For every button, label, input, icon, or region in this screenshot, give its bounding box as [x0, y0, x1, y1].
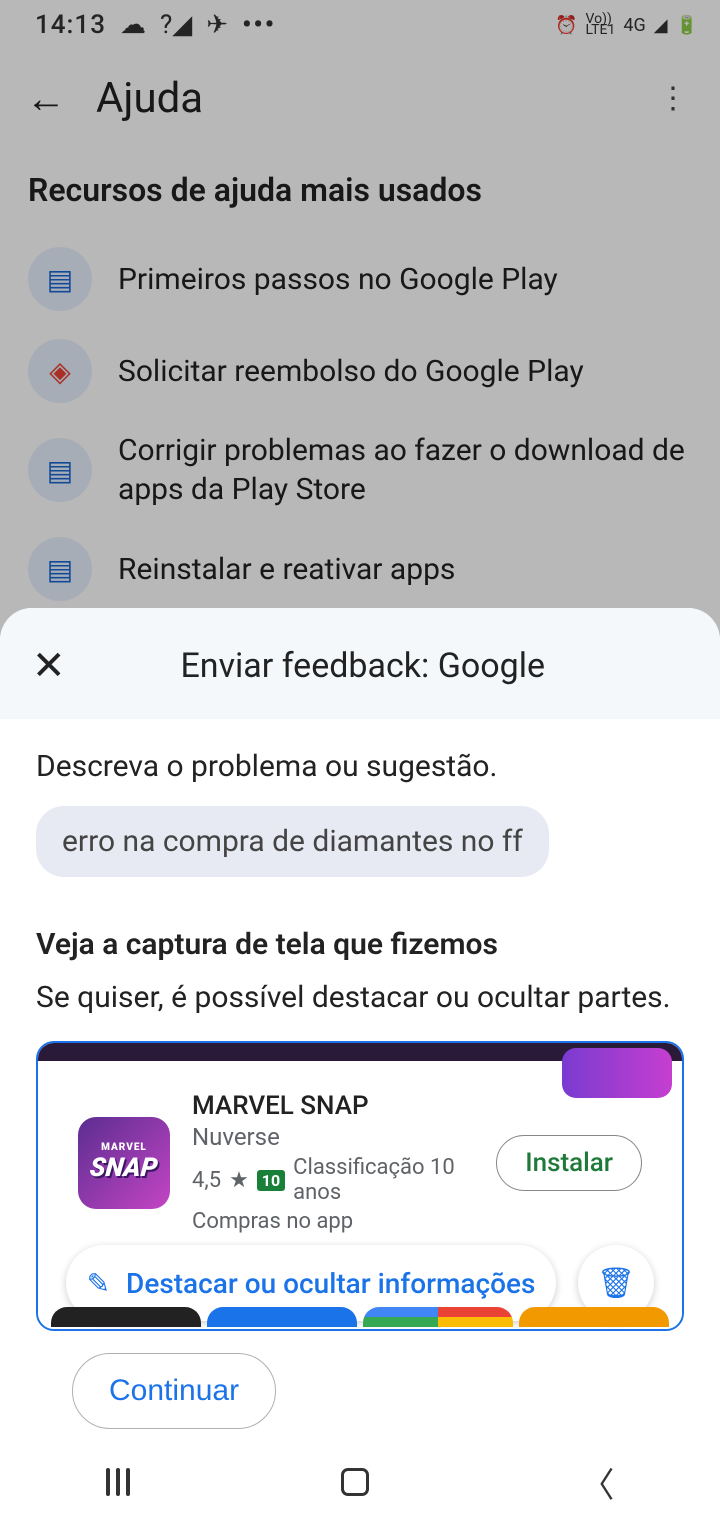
feedback-prompt-label: Descreva o problema ou sugestão.: [36, 749, 684, 784]
pencil-icon: ✎: [87, 1267, 110, 1300]
app-meta: 4,5 ★ 10 Classificação 10 anos: [192, 1155, 474, 1205]
screenshot-preview[interactable]: MARVEL SNAP MARVEL SNAP Nuverse 4,5 ★ 10…: [36, 1041, 684, 1331]
recents-button[interactable]: [106, 1468, 130, 1496]
screenshot-bottom-apps: [48, 1307, 672, 1327]
highlight-hide-label: Destacar ou ocultar informações: [126, 1267, 535, 1300]
continue-button[interactable]: Continuar: [72, 1353, 276, 1429]
app-name: MARVEL SNAP: [192, 1091, 474, 1121]
app-publisher: Nuverse: [192, 1123, 474, 1151]
star-icon: ★: [229, 1168, 249, 1193]
app-iap: Compras no app: [192, 1209, 474, 1234]
feedback-input[interactable]: erro na compra de diamantes no ff: [36, 806, 549, 877]
age-badge: 10: [257, 1170, 285, 1191]
install-button[interactable]: Instalar: [496, 1135, 642, 1191]
sheet-header: ✕ Enviar feedback: Google: [0, 608, 720, 719]
screenshot-title: Veja a captura de tela que fizemos: [36, 927, 684, 962]
close-icon[interactable]: ✕: [24, 642, 74, 689]
back-button[interactable]: 〈: [580, 1458, 614, 1507]
app-icon: MARVEL SNAP: [78, 1117, 170, 1209]
trash-icon: 🗑: [597, 1266, 635, 1301]
screenshot-subtitle: Se quiser, é possível destacar ou oculta…: [36, 980, 684, 1015]
app-listing-row: MARVEL SNAP MARVEL SNAP Nuverse 4,5 ★ 10…: [78, 1091, 642, 1234]
feedback-sheet: ✕ Enviar feedback: Google Descreva o pro…: [0, 608, 720, 1520]
home-button[interactable]: [341, 1468, 369, 1496]
sheet-title: Enviar feedback: Google: [74, 646, 652, 686]
system-nav-bar: 〈: [0, 1444, 720, 1520]
